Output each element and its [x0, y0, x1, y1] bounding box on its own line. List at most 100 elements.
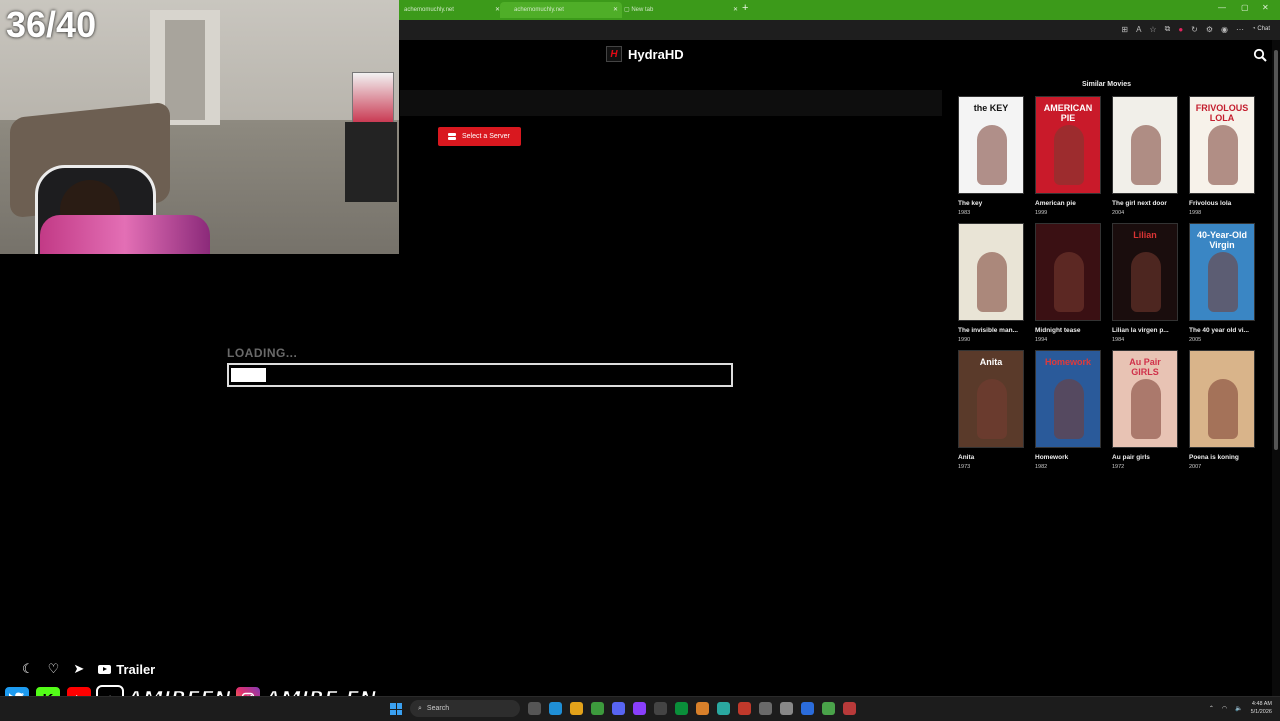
movie-card[interactable]: Au Pair GIRLS Au pair girls 1972 [1112, 350, 1179, 470]
windows-taskbar: ⌕ Search ⌃ ◠ 🔈 4:48 AM 5/1/2026 [0, 696, 1280, 721]
browser-tab[interactable]: achemomuchly.net ✕ [400, 2, 504, 18]
more-icon[interactable]: ⋯ [1236, 25, 1244, 34]
movie-year: 1984 [1112, 337, 1125, 343]
movie-title[interactable]: The 40 year old vi... [1189, 327, 1255, 334]
logo-badge: H [606, 46, 622, 62]
extensions-icon[interactable]: ⊞ [1121, 25, 1128, 34]
app-icon[interactable] [696, 702, 709, 715]
movie-title[interactable]: Frivolous lola [1189, 200, 1255, 207]
app-icon[interactable] [633, 702, 646, 715]
moon-icon[interactable]: ☾ [22, 661, 34, 677]
poster-figure [1208, 125, 1238, 185]
close-icon[interactable]: ✕ [613, 2, 618, 18]
movie-card[interactable]: 40-Year-Old Virgin The 40 year old vi... 2… [1189, 223, 1256, 343]
profile-icon[interactable]: ◉ [1221, 25, 1228, 34]
app-icon[interactable] [591, 702, 604, 715]
select-server-button[interactable]: Select a Server [438, 127, 521, 146]
movie-poster[interactable]: the KEY [958, 96, 1024, 194]
movie-title[interactable]: Homework [1035, 454, 1101, 461]
close-window-icon[interactable]: ✕ [1262, 3, 1269, 12]
progress-fill [231, 368, 266, 382]
new-tab-button[interactable]: + [742, 2, 748, 14]
site-name: HydraHD [628, 46, 684, 62]
movie-poster[interactable]: Homework [1035, 350, 1101, 448]
movie-title[interactable]: Poena is koning [1189, 454, 1255, 461]
movie-title[interactable]: American pie [1035, 200, 1101, 207]
app-icon[interactable] [822, 702, 835, 715]
app-icon[interactable] [654, 702, 667, 715]
movie-title[interactable]: The key [958, 200, 1024, 207]
chevron-up-icon[interactable]: ⌃ [1209, 705, 1214, 712]
movie-poster[interactable] [1112, 96, 1178, 194]
movie-card[interactable]: Poena is koning 2007 [1189, 350, 1256, 470]
movie-card[interactable]: Anita Anita 1973 [958, 350, 1025, 470]
movie-year: 1982 [1035, 464, 1048, 470]
movie-poster[interactable]: Lilian [1112, 223, 1178, 321]
movie-poster[interactable] [958, 223, 1024, 321]
movie-card[interactable]: Midnight tease 1994 [1035, 223, 1102, 343]
movie-title[interactable]: The invisible man... [958, 327, 1024, 334]
movie-card[interactable]: the KEY The key 1983 [958, 96, 1025, 216]
scrollbar-thumb[interactable] [1274, 50, 1278, 450]
movie-title[interactable]: Au pair girls [1112, 454, 1178, 461]
maximize-icon[interactable]: ▢ [1241, 3, 1249, 12]
pocket-icon[interactable]: ● [1178, 25, 1183, 34]
refresh-icon[interactable]: ↻ [1191, 25, 1198, 34]
movie-title[interactable]: Midnight tease [1035, 327, 1101, 334]
movie-title[interactable]: Lilian la virgen p... [1112, 327, 1178, 334]
poster-text: 40-Year-Old Virgin [1196, 230, 1248, 250]
app-icon[interactable] [717, 702, 730, 715]
taskbar-clock[interactable]: 4:48 AM 5/1/2026 [1251, 700, 1272, 716]
movie-poster[interactable]: Anita [958, 350, 1024, 448]
discord-icon[interactable] [612, 702, 625, 715]
chrome-icon[interactable] [570, 702, 583, 715]
edge-icon[interactable] [549, 702, 562, 715]
movie-card[interactable]: The invisible man... 1990 [958, 223, 1025, 343]
site-logo[interactable]: H HydraHD [606, 46, 684, 62]
heart-icon[interactable]: ♡ [48, 661, 60, 677]
stream-counter: 36/40 [6, 4, 97, 45]
app-icon[interactable] [843, 702, 856, 715]
movie-card[interactable]: AMERICAN PIE American pie 1999 [1035, 96, 1102, 216]
minimize-icon[interactable]: — [1218, 3, 1226, 12]
movie-title[interactable]: Anita [958, 454, 1024, 461]
poster-figure [1131, 125, 1161, 185]
read-aloud-icon[interactable]: A [1136, 25, 1141, 34]
movie-poster[interactable]: AMERICAN PIE [1035, 96, 1101, 194]
movie-poster[interactable]: FRIVOLOUS LOLA [1189, 96, 1255, 194]
movie-poster[interactable]: Au Pair GIRLS [1112, 350, 1178, 448]
windows-start-icon[interactable] [390, 703, 402, 715]
close-icon[interactable]: ✕ [733, 2, 738, 18]
chat-button[interactable]: ◔ Chat [1252, 26, 1270, 32]
movie-card[interactable]: FRIVOLOUS LOLA Frivolous lola 1998 [1189, 96, 1256, 216]
collections-icon[interactable]: ⧉ [1165, 24, 1171, 34]
taskbar-search[interactable]: ⌕ Search [410, 700, 520, 717]
app-icon[interactable] [759, 702, 772, 715]
volume-icon[interactable]: 🔈 [1235, 705, 1242, 712]
trailer-label: Trailer [116, 661, 156, 677]
movie-year: 1998 [1189, 210, 1202, 216]
browser-tab[interactable]: ▢ New tab ✕ [620, 2, 742, 18]
movie-poster[interactable] [1035, 223, 1101, 321]
settings-icon[interactable]: ⚙ [1206, 25, 1213, 34]
movie-card[interactable]: Lilian Lilian la virgen p... 1984 [1112, 223, 1179, 343]
movie-card[interactable]: The girl next door 2004 [1112, 96, 1179, 216]
page-scrollbar[interactable] [1272, 40, 1280, 696]
xbox-icon[interactable] [675, 702, 688, 715]
browser-tab-active[interactable]: achemomuchly.net ✕ [500, 2, 622, 18]
settings-icon[interactable] [780, 702, 793, 715]
trailer-button[interactable]: Trailer [98, 662, 155, 677]
movie-poster[interactable]: 40-Year-Old Virgin [1189, 223, 1255, 321]
telegram-icon[interactable]: ➤ [73, 661, 84, 677]
movie-card[interactable]: Homework Homework 1982 [1035, 350, 1102, 470]
wifi-icon[interactable]: ◠ [1222, 705, 1227, 712]
loading-label: LOADING... [227, 346, 298, 360]
app-icon[interactable] [738, 702, 751, 715]
search-icon[interactable] [1253, 48, 1267, 62]
movie-title[interactable]: The girl next door [1112, 200, 1178, 207]
task-view-icon[interactable] [528, 702, 541, 715]
poster-text: Anita [979, 357, 1003, 367]
app-icon[interactable] [801, 702, 814, 715]
favorite-icon[interactable]: ☆ [1149, 25, 1156, 34]
movie-poster[interactable] [1189, 350, 1255, 448]
